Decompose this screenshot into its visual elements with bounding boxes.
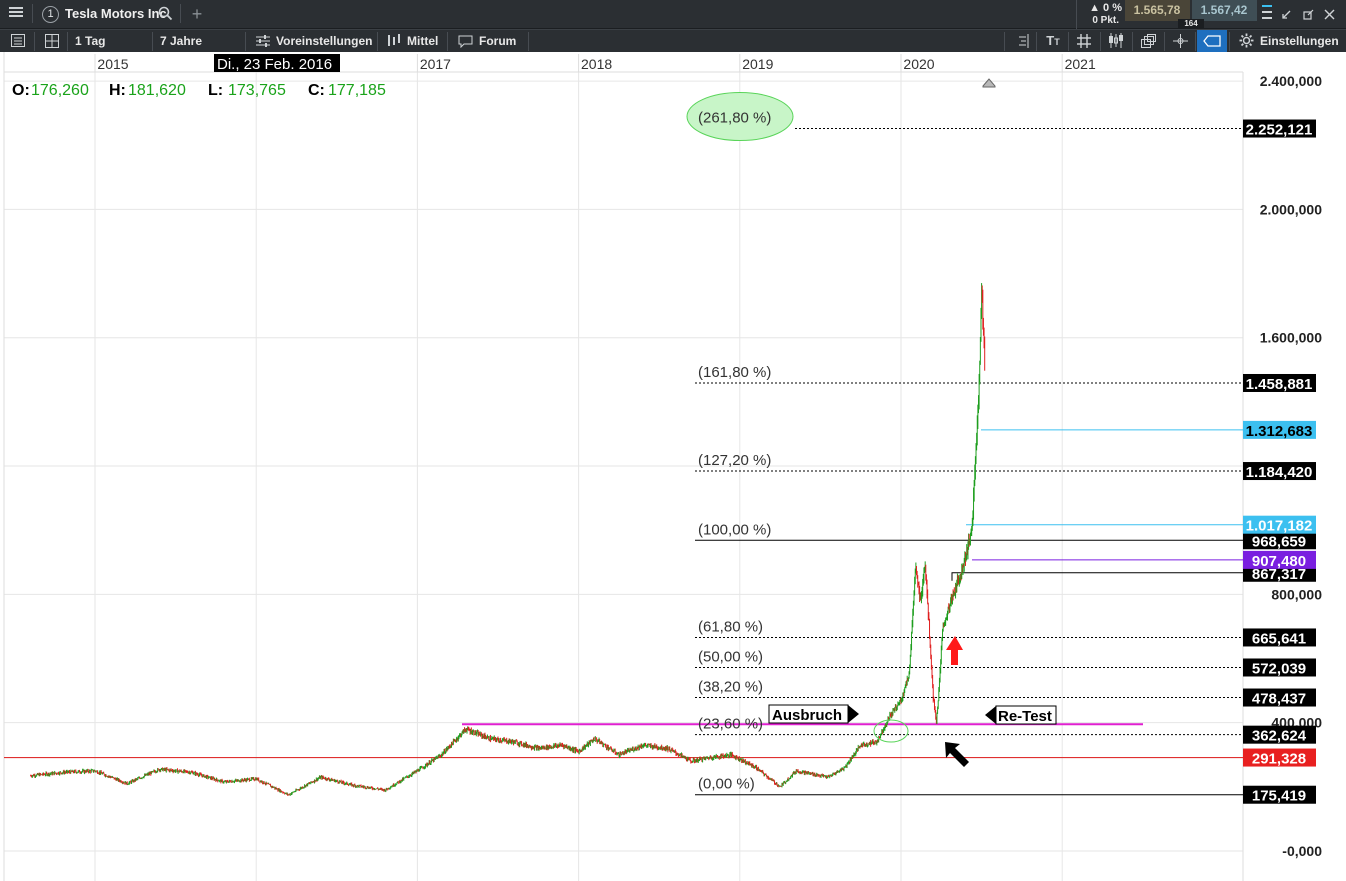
fib-level-label: (0,00 %) (698, 776, 755, 793)
gear-icon (1238, 33, 1254, 49)
popout-icon[interactable] (1302, 8, 1314, 20)
price-label: 968,659 (1252, 533, 1306, 550)
price-tag-icon[interactable] (1197, 30, 1227, 52)
breakout-label: Ausbruch (772, 707, 842, 724)
bid-price: 1.565,78 (1133, 3, 1181, 17)
fib-level-label: (100,00 %) (698, 521, 771, 538)
fib-level-label: (61,80 %) (698, 618, 763, 635)
sliders-icon (255, 34, 271, 48)
ohlc-value: 177,185 (328, 82, 386, 99)
fib-level-label: (38,20 %) (698, 679, 763, 696)
y-tick-label: 1.600,000 (1260, 330, 1322, 346)
price-label: 1.184,420 (1246, 464, 1313, 481)
window-controls-icon[interactable] (1262, 4, 1272, 22)
ohlc-value: 181,620 (128, 82, 186, 99)
chat-bubble-icon (457, 35, 473, 49)
chart-toolbar: 1 Tag 7 Jahre Voreinstellungen Mittel Fo… (0, 29, 1346, 52)
ask-price: 1.567,42 (1200, 3, 1248, 17)
x-tick-label: 2017 (420, 56, 451, 72)
retest-label: Re-Test (998, 708, 1052, 725)
text-size-icon[interactable]: TT (1044, 33, 1062, 49)
instrument-bar: 1 Tesla Motors Inc + ▲ 0 % 0 Pkt. 1.565,… (0, 0, 1346, 29)
x-tick-label: 2019 (742, 56, 773, 72)
price-label: 572,039 (1252, 660, 1306, 677)
change-points: 0 Pkt. (1092, 15, 1119, 26)
price-chart[interactable]: 2015 2017 2018 2019 2020 2021 Di., 23 Feb. 201… (0, 52, 1346, 881)
ohlc-label: L: (208, 82, 223, 99)
x-tick-label: 2021 (1065, 56, 1096, 72)
presets-button[interactable]: Voreinstellungen (276, 30, 372, 52)
candles-icon[interactable] (1107, 33, 1125, 49)
settings-button[interactable]: Einstellungen (1260, 30, 1339, 52)
close-icon[interactable] (1323, 8, 1335, 20)
y-tick-label: 2.400,000 (1260, 73, 1322, 89)
price-label: 665,641 (1252, 630, 1306, 647)
x-tick-label: 2018 (581, 56, 612, 72)
fib-level-label: (23,60 %) (698, 716, 763, 733)
instrument-number-badge: 1 (42, 6, 59, 23)
y-tick-label: -0,000 (1282, 843, 1322, 859)
change-percent: ▲ 0 % (1089, 2, 1122, 14)
fib-level-label: (261,80 %) (698, 110, 771, 127)
fib-level-label: (127,20 %) (698, 452, 771, 469)
layout-grid-icon[interactable] (44, 34, 60, 48)
search-icon[interactable] (157, 6, 173, 22)
plus-icon[interactable]: + (188, 4, 206, 24)
ohlc-label: H: (109, 82, 126, 99)
price-label: 1.458,881 (1246, 376, 1313, 393)
price-label: 1.312,683 (1246, 423, 1313, 440)
price-label: 2.252,121 (1246, 122, 1313, 139)
instrument-name[interactable]: Tesla Motors Inc (65, 6, 167, 21)
average-button[interactable]: Mittel (407, 30, 438, 52)
price-label: 291,328 (1252, 751, 1306, 768)
y-tick-label: 800,000 (1271, 586, 1322, 602)
ohlc-label: C: (308, 82, 325, 99)
ohlc-value: 176,260 (31, 82, 89, 99)
range-select[interactable]: 7 Jahre (160, 30, 202, 52)
x-tick-label: 2020 (903, 56, 934, 72)
layers-icon[interactable] (1140, 34, 1156, 48)
x-tick-label: 2015 (97, 56, 128, 72)
price-label: 1.017,182 (1246, 518, 1313, 535)
y-tick-label: 2.000,000 (1260, 201, 1322, 217)
fib-level-label: (50,00 %) (698, 648, 763, 665)
indicator-icon (386, 34, 402, 48)
grid-lines-icon[interactable] (1076, 34, 1092, 48)
price-label: 362,624 (1252, 728, 1307, 745)
ohlc-value: 173,765 (228, 82, 286, 99)
forum-button[interactable]: Forum (479, 30, 516, 52)
spread-badge: 164 (1178, 19, 1204, 29)
ohlc-label: O: (12, 82, 30, 99)
price-label: 478,437 (1252, 691, 1306, 708)
list-icon[interactable] (10, 34, 26, 48)
price-label: 175,419 (1252, 788, 1306, 805)
crosshair-icon[interactable] (1172, 34, 1188, 48)
crosshair-date-label: Di., 23 Feb. 2016 (217, 56, 332, 73)
minimize-icon[interactable] (1280, 8, 1292, 20)
fib-level-label: (161,80 %) (698, 364, 771, 381)
interval-select[interactable]: 1 Tag (75, 30, 105, 52)
price-label: 907,480 (1252, 553, 1306, 570)
hamburger-icon[interactable] (6, 6, 26, 23)
align-right-icon[interactable] (1014, 34, 1030, 48)
